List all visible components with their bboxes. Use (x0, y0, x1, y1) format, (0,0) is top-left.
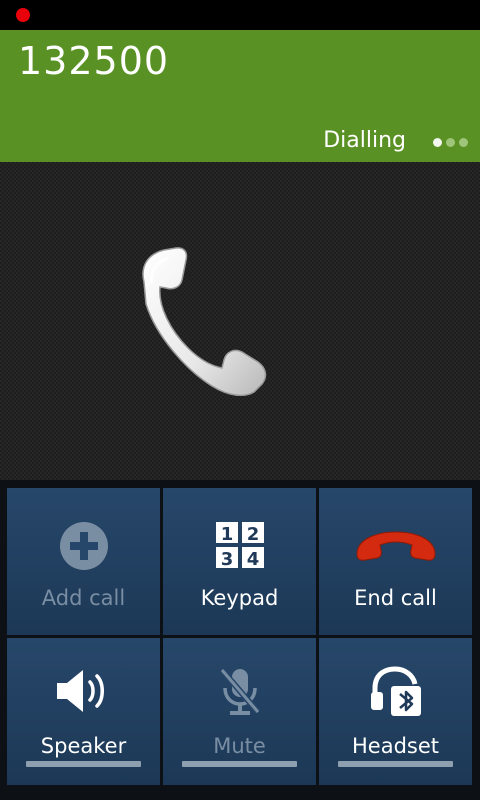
speaker-toggle-indicator (26, 761, 141, 767)
page-dot-3 (459, 138, 468, 147)
keypad-button[interactable]: 1 2 3 4 Keypad (163, 488, 316, 635)
keypad-digit-1: 1 (221, 524, 234, 545)
call-header: 132500 Dialling (0, 30, 480, 162)
mic-muted-icon (219, 668, 261, 715)
headset-toggle-indicator (338, 761, 453, 767)
caller-image-area (0, 162, 480, 480)
status-bar (0, 0, 480, 30)
headset-button[interactable]: Headset (319, 638, 472, 785)
end-call-label: End call (354, 586, 437, 610)
page-dot-2 (446, 138, 455, 147)
speaker-icon (57, 670, 104, 712)
keypad-label: Keypad (200, 586, 279, 610)
phone-handset-icon (142, 247, 267, 396)
phone-number: 132500 (18, 39, 170, 83)
bluetooth-headset-icon (371, 666, 421, 716)
page-dot-1 (433, 138, 442, 147)
keypad-digit-3: 3 (221, 549, 234, 569)
add-call-button[interactable]: Add call (7, 488, 160, 635)
end-call-button[interactable]: End call (319, 488, 472, 635)
speaker-button[interactable]: Speaker (7, 638, 160, 785)
keypad-digit-4: 4 (247, 549, 260, 569)
recording-indicator-icon (16, 8, 30, 22)
page-indicator (433, 138, 468, 147)
call-controls: Add call 1 2 3 4 Keypad End call Speaker (0, 480, 480, 800)
plus-circle-icon (60, 522, 108, 570)
headset-label: Headset (351, 734, 439, 758)
keypad-digit-2: 2 (247, 524, 260, 545)
speaker-label: Speaker (40, 734, 127, 758)
mute-label: Mute (213, 734, 266, 758)
mute-button[interactable]: Mute (163, 638, 316, 785)
mute-toggle-indicator (182, 761, 297, 767)
end-call-handset-icon (356, 531, 436, 561)
call-status: Dialling (323, 128, 406, 153)
add-call-label: Add call (41, 586, 126, 610)
keypad-icon: 1 2 3 4 (216, 522, 264, 569)
